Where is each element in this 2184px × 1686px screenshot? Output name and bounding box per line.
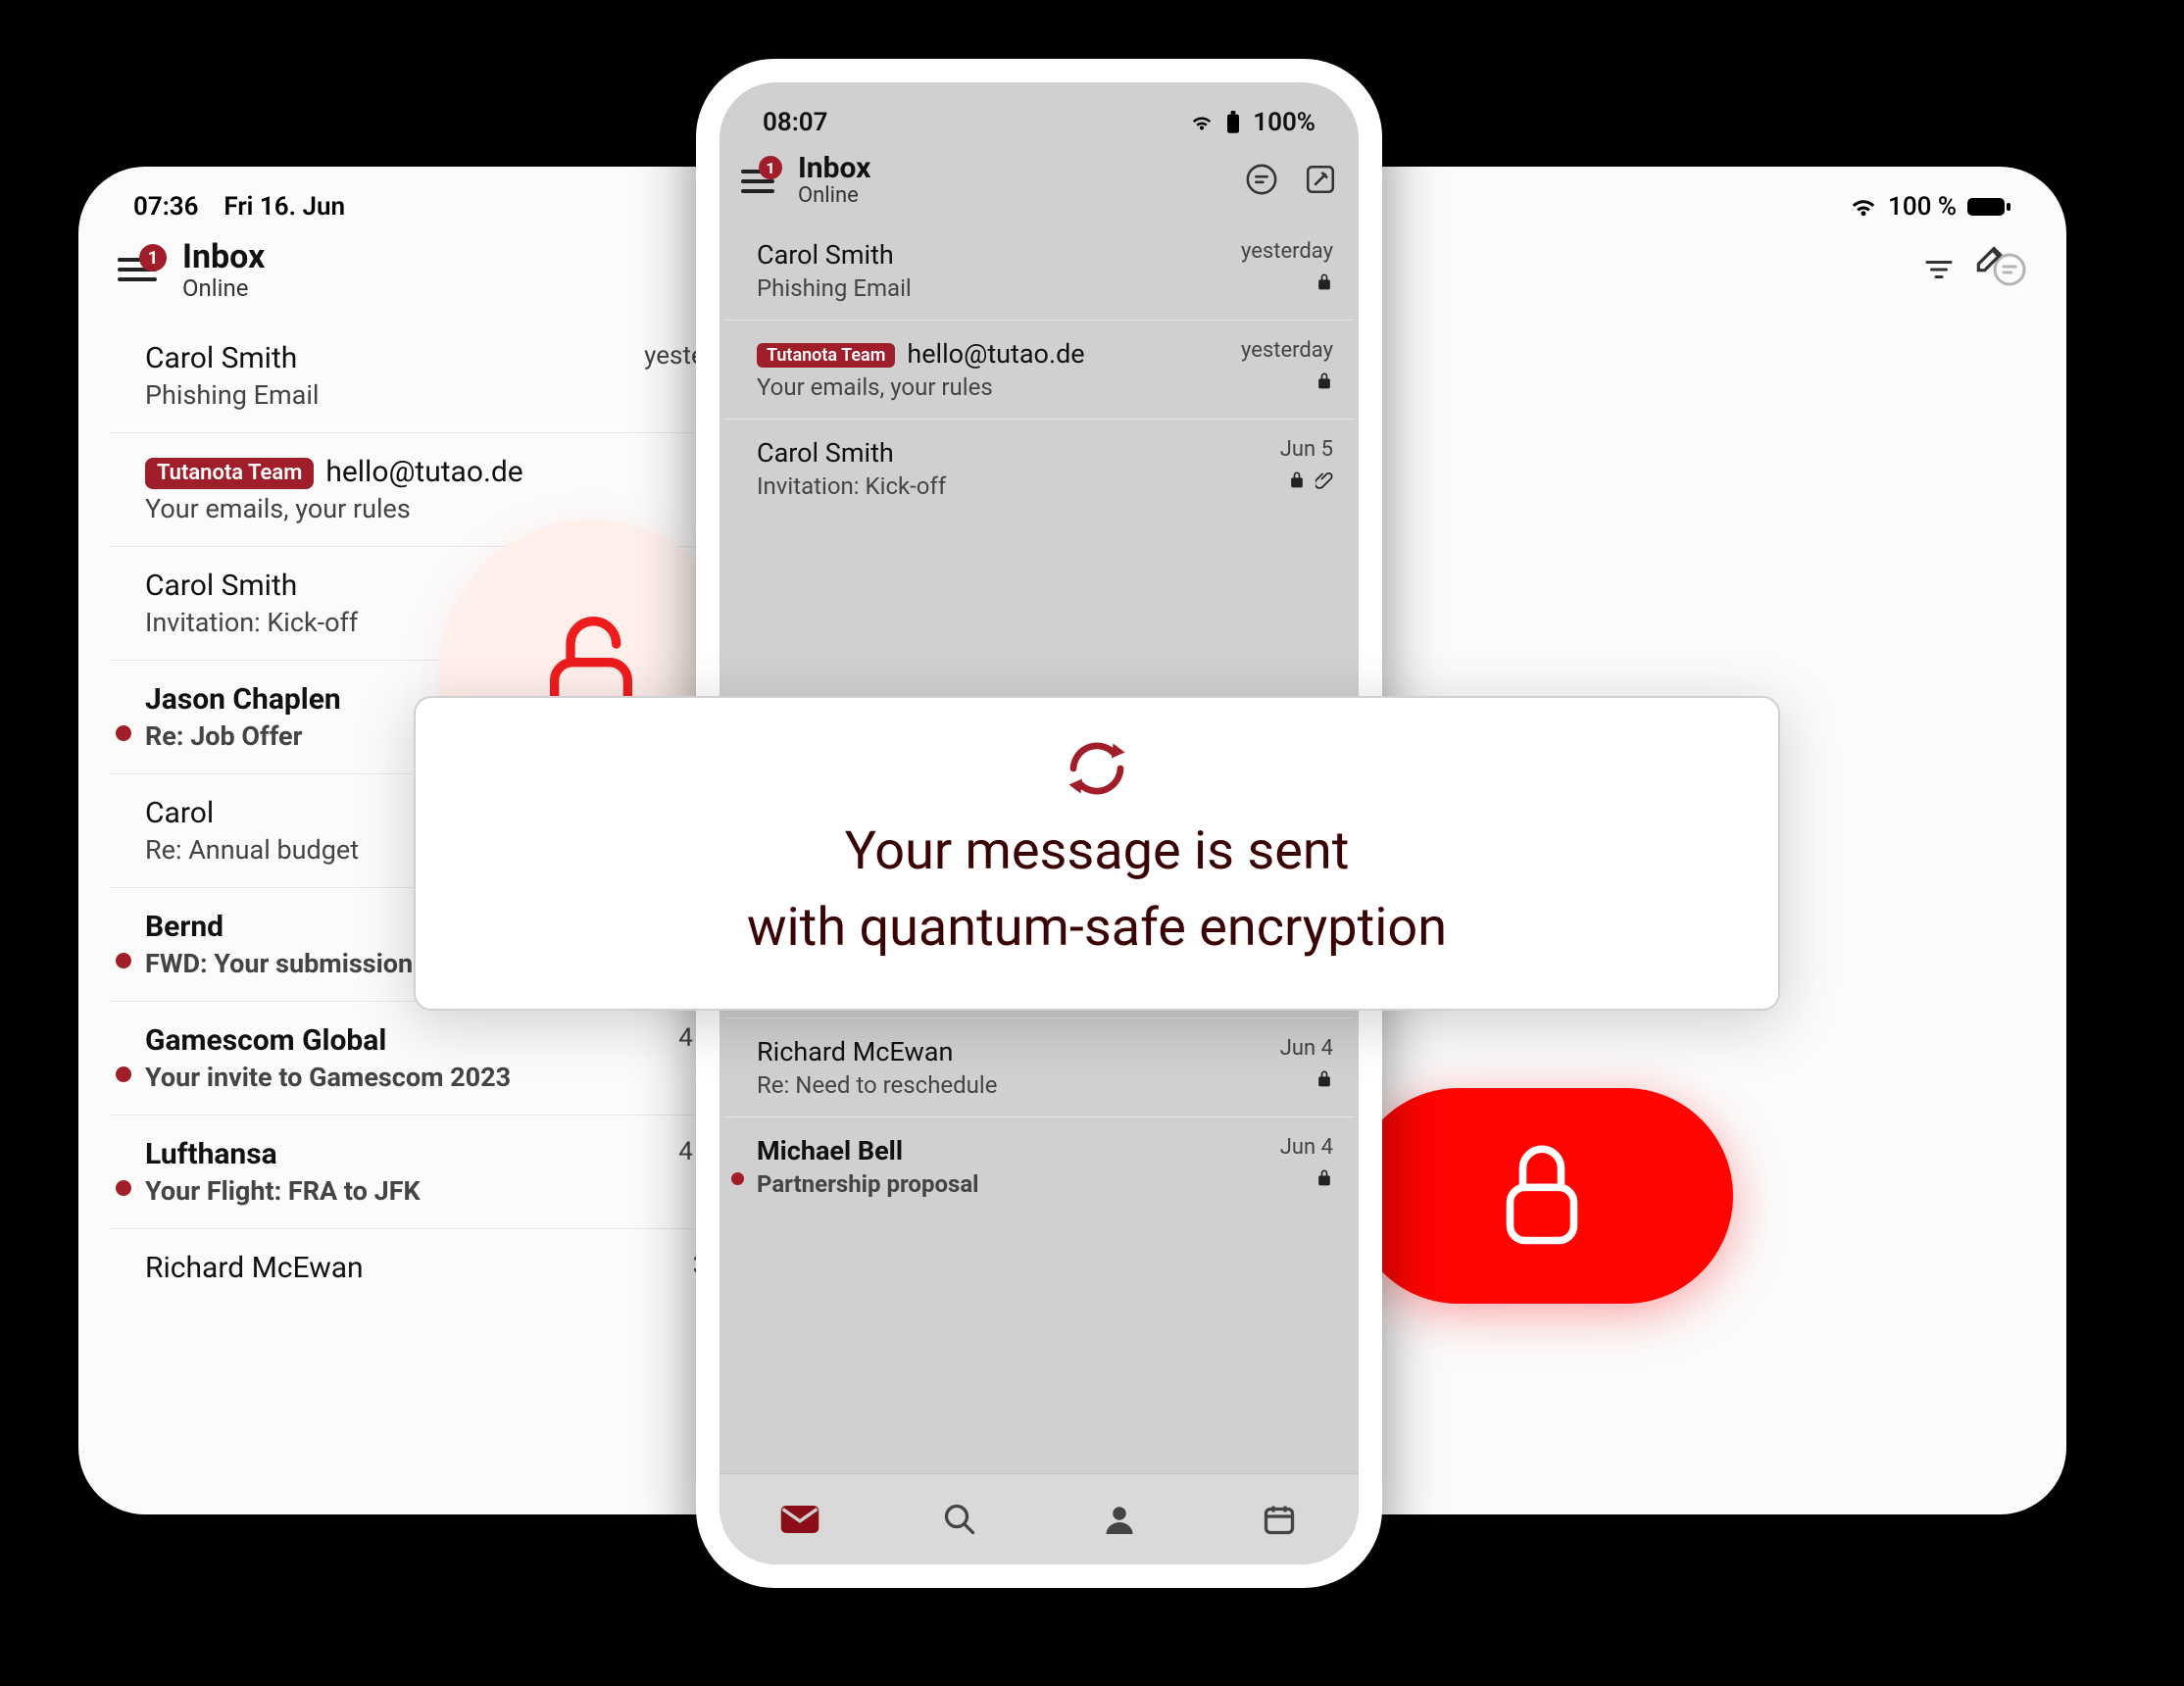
mail-time: yesterday <box>1241 239 1333 264</box>
inbox-status: Online <box>798 183 870 208</box>
mail-from: Carol Smith <box>757 239 894 271</box>
nav-search[interactable] <box>930 1498 989 1541</box>
lock-icon <box>1288 470 1306 489</box>
mail-subject: Your Flight: FRA to JFK <box>145 1175 659 1207</box>
mail-subject: Partnership proposal <box>757 1170 1261 1198</box>
phone-status-bar: 08:07 100% <box>720 82 1359 145</box>
notification-badge: 1 <box>139 244 167 272</box>
attachment-icon <box>1315 470 1333 489</box>
sender-badge: Tutanota Team <box>145 458 314 489</box>
lock-icon <box>1488 1132 1596 1260</box>
mail-item[interactable]: Tutanota Team hello@tutao.de Your emails, … <box>725 320 1353 419</box>
menu-button[interactable]: 1 <box>741 160 788 199</box>
unread-dot-icon <box>116 1180 131 1196</box>
wifi-icon <box>1849 196 1878 218</box>
compose-icon[interactable] <box>1972 239 2010 276</box>
mail-from: Carol Smith <box>757 437 894 469</box>
compose-icon[interactable] <box>1304 163 1337 196</box>
mail-from: Richard McEwan <box>145 1251 364 1285</box>
mail-subject: Phishing Email <box>145 379 624 411</box>
tablet-date: Fri 16. Jun <box>223 192 345 222</box>
phone-time: 08:07 <box>763 108 828 137</box>
mail-from: Gamescom Global <box>145 1023 386 1058</box>
card-text-line-2: with quantum-safe encryption <box>747 897 1447 959</box>
sync-icon <box>1062 733 1132 808</box>
inbox-status: Online <box>182 274 265 302</box>
wifi-icon <box>1190 113 1214 132</box>
bottom-nav <box>720 1473 1359 1564</box>
mail-from: Lufthansa <box>145 1137 277 1171</box>
unread-dot-icon <box>731 1172 744 1185</box>
filter-icon[interactable] <box>1921 252 1957 287</box>
inbox-title: Inbox <box>798 151 870 185</box>
mail-subject: Phishing Email <box>757 274 1221 302</box>
mail-item[interactable]: LufthansaYour Flight: FRA to JFK4 Ju <box>110 1115 737 1228</box>
nav-mail[interactable] <box>770 1498 829 1541</box>
mail-from: hello@tutao.de <box>325 455 522 489</box>
sender-badge: Tutanota Team <box>757 343 895 368</box>
mail-item[interactable]: Michael Bell Partnership proposal Jun 4 <box>725 1116 1353 1215</box>
mail-time: Jun 5 <box>1280 437 1333 462</box>
battery-icon <box>1966 196 2011 218</box>
mail-from: Michael Bell <box>757 1135 903 1166</box>
phone-inbox-header: 1 Inbox Online <box>720 145 1359 222</box>
card-text-line-1: Your message is sent <box>845 820 1350 882</box>
mail-time: Jun 4 <box>1280 1036 1333 1061</box>
notification-card: Your message is sent with quantum-safe e… <box>414 696 1780 1011</box>
mail-time: Jun 4 <box>1280 1135 1333 1160</box>
lock-pill <box>1351 1088 1733 1304</box>
mail-item[interactable]: Carol Smith Invitation: Kick-off Jun 5 <box>725 419 1353 518</box>
inbox-title: Inbox <box>182 237 265 276</box>
unread-dot-icon <box>116 953 131 968</box>
mail-from: Jason Chaplen <box>145 682 341 717</box>
mail-from: Richard McEwan <box>757 1036 953 1067</box>
unread-dot-icon <box>116 1066 131 1082</box>
mail-item[interactable]: Richard McEwan3 J <box>110 1228 737 1307</box>
lock-icon <box>1315 1167 1333 1187</box>
mail-subject: Re: Need to reschedule <box>757 1071 1261 1099</box>
mail-item[interactable]: Carol Smith Phishing Email yesterday <box>725 222 1353 320</box>
mail-subject: Your invite to Gamescom 2023 <box>145 1062 659 1093</box>
lock-icon <box>1315 371 1333 390</box>
mail-subject: Your emails, your rules <box>145 493 708 524</box>
mail-subject: Your emails, your rules <box>757 373 1221 401</box>
mail-item[interactable]: Gamescom Global Your invite to Gamescom 2… <box>110 1001 737 1115</box>
mail-from: Carol <box>145 796 214 830</box>
battery-icon <box>1223 111 1243 134</box>
tablet-battery-text: 100 % <box>1888 192 1957 222</box>
lock-icon <box>1315 1068 1333 1088</box>
mail-item[interactable]: Carol SmithPhishing Emailyesterd <box>110 320 737 432</box>
lock-icon <box>1315 272 1333 291</box>
mail-from: Bernd <box>145 910 223 944</box>
nav-contacts[interactable] <box>1090 1498 1149 1541</box>
mail-item[interactable]: Richard McEwan Re: Need to reschedule Jun … <box>725 1017 1353 1116</box>
sort-icon[interactable] <box>1245 163 1278 196</box>
menu-button[interactable]: 1 <box>118 250 173 289</box>
mail-from: Carol Smith <box>145 569 297 603</box>
mail-time: yesterday <box>1241 338 1333 363</box>
tablet-time: 07:36 <box>133 192 199 222</box>
notification-badge: 1 <box>759 156 782 179</box>
mail-from: Carol Smith <box>145 341 297 375</box>
mail-subject: Invitation: Kick-off <box>757 472 1261 500</box>
unread-dot-icon <box>116 725 131 741</box>
phone-battery-text: 100% <box>1253 108 1315 137</box>
mail-from: hello@tutao.de <box>907 338 1084 370</box>
nav-calendar[interactable] <box>1250 1498 1309 1541</box>
